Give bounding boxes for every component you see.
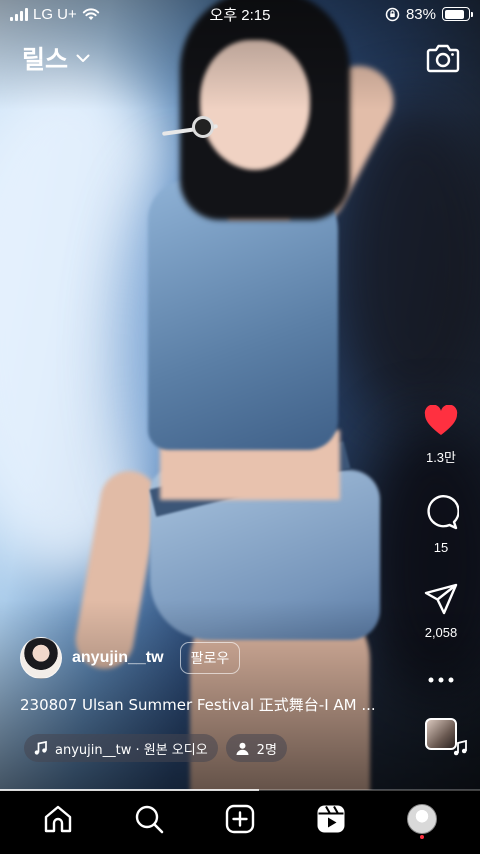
share-action[interactable]: 2,058 bbox=[424, 583, 458, 640]
tab-reels[interactable] bbox=[307, 795, 355, 843]
music-note-icon bbox=[453, 740, 467, 756]
comment-action[interactable]: 15 bbox=[423, 494, 459, 555]
orientation-lock-icon bbox=[385, 7, 400, 21]
reels-header[interactable]: 릴스 bbox=[22, 40, 90, 76]
camera-icon bbox=[426, 44, 460, 73]
share-icon[interactable] bbox=[424, 583, 458, 615]
like-count: 1.3만 bbox=[425, 450, 457, 465]
bottom-tab-bar bbox=[0, 791, 480, 854]
share-count: 2,058 bbox=[424, 625, 458, 640]
signal-icon bbox=[10, 7, 28, 21]
status-bar: LG U+ 오후 2:15 83% bbox=[0, 0, 480, 28]
more-options-button[interactable] bbox=[428, 670, 454, 688]
meta-chips: anyujin__tw · 원본 오디오 2명 bbox=[24, 734, 287, 762]
chevron-down-icon bbox=[76, 54, 90, 62]
author-row: anyujin__tw 팔로우 bbox=[20, 637, 241, 679]
avatar[interactable] bbox=[20, 637, 62, 679]
audio-thumbnail-button[interactable] bbox=[425, 718, 467, 756]
audio-chip[interactable]: anyujin__tw · 원본 오디오 bbox=[24, 734, 218, 762]
create-icon bbox=[225, 804, 255, 833]
carrier-name: LG U+ bbox=[33, 5, 77, 23]
tab-search[interactable] bbox=[125, 795, 173, 843]
like-action[interactable]: 1.3만 bbox=[423, 405, 459, 466]
follow-button[interactable]: 팔로우 bbox=[179, 642, 241, 674]
tab-profile[interactable] bbox=[398, 795, 446, 843]
audio-label: anyujin__tw · 원본 오디오 bbox=[55, 742, 208, 758]
heart-icon[interactable] bbox=[423, 405, 459, 437]
battery-percent: 83% bbox=[405, 5, 436, 23]
people-chip[interactable]: 2명 bbox=[225, 734, 287, 762]
username[interactable]: anyujin__tw bbox=[72, 649, 164, 667]
more-icon bbox=[428, 677, 454, 683]
page-title: 릴스 bbox=[22, 46, 69, 74]
tab-home[interactable] bbox=[34, 795, 82, 843]
home-icon bbox=[44, 805, 71, 832]
comment-icon[interactable] bbox=[423, 494, 459, 530]
people-count: 2명 bbox=[256, 742, 277, 758]
comment-count: 15 bbox=[433, 540, 449, 555]
music-note-icon bbox=[34, 741, 47, 755]
wifi-icon bbox=[82, 8, 99, 20]
camera-button[interactable] bbox=[426, 42, 460, 74]
caption[interactable]: 230807 Ulsan Summer Festival 正式舞台-I AM .… bbox=[20, 694, 390, 715]
notification-dot bbox=[420, 834, 425, 839]
action-bar: 1.3만 15 2,058 bbox=[412, 405, 470, 756]
battery-icon bbox=[442, 7, 473, 21]
reels-icon bbox=[317, 805, 345, 832]
search-icon bbox=[135, 805, 164, 833]
tab-create[interactable] bbox=[216, 795, 264, 843]
person-icon bbox=[236, 742, 249, 755]
profile-avatar bbox=[407, 803, 438, 834]
